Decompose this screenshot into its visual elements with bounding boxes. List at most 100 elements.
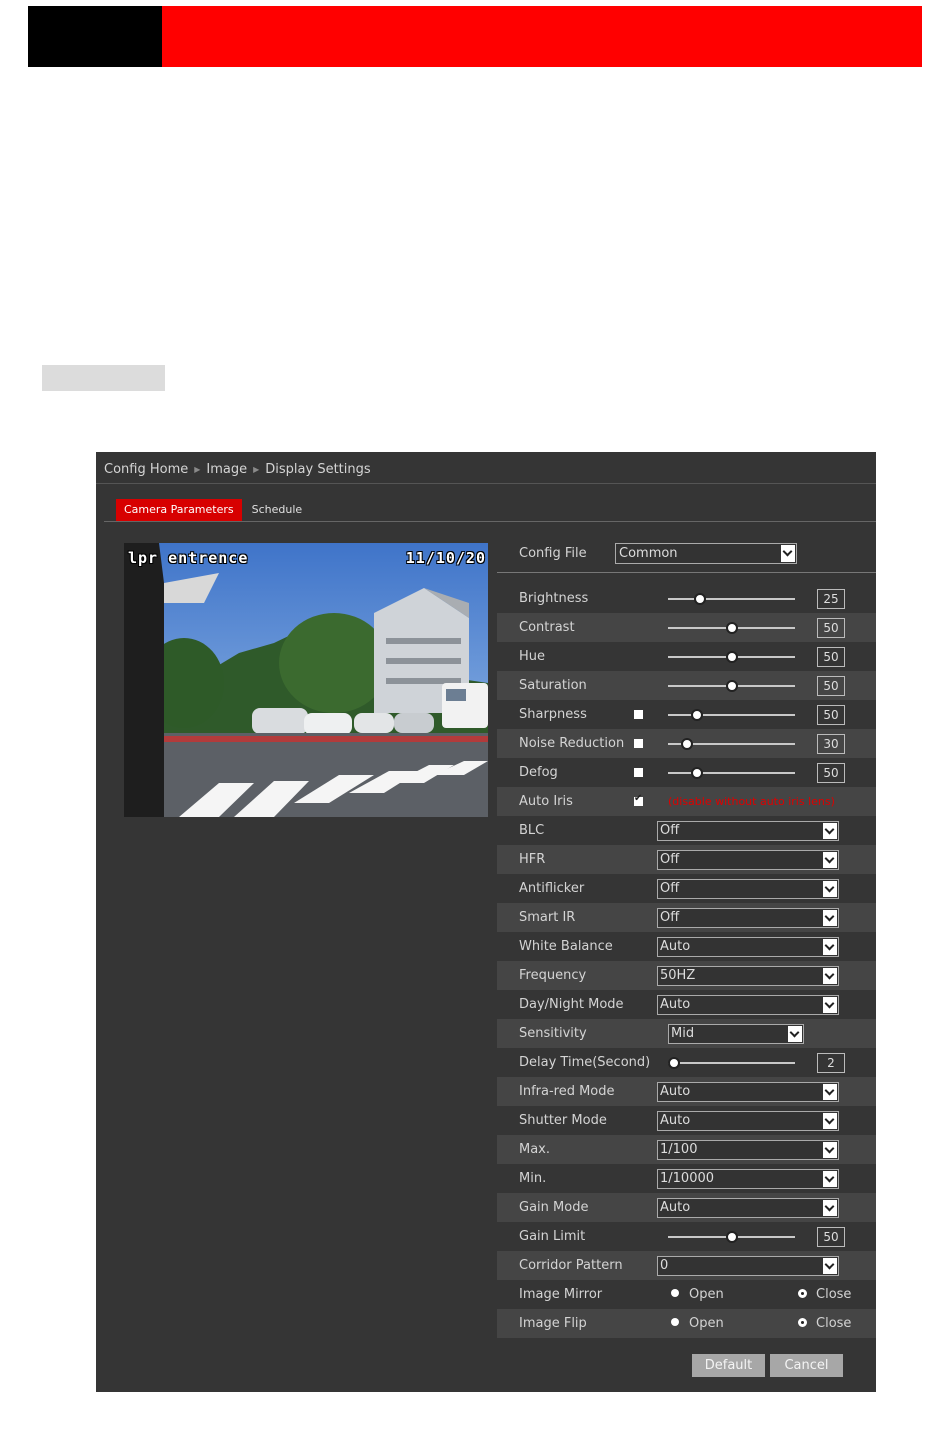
day-night-mode-select[interactable]: Auto — [657, 995, 839, 1015]
noise-reduction-slider-handle[interactable] — [681, 738, 694, 750]
corridor-pattern-label: Corridor Pattern — [519, 1258, 623, 1273]
smart-ir-value: Off — [660, 910, 680, 925]
gain-limit-slider-handle[interactable] — [725, 1231, 738, 1243]
defog-slider[interactable] — [668, 767, 795, 779]
min-value: 1/10000 — [660, 1171, 715, 1186]
antiflicker-select[interactable]: Off — [657, 879, 839, 899]
sensitivity-row: Sensitivity Mid — [497, 1019, 876, 1048]
defog-checkbox[interactable] — [634, 768, 643, 777]
delay-time-second-slider-handle[interactable] — [668, 1057, 681, 1069]
sharpness-value[interactable]: 50 — [817, 705, 845, 725]
breadcrumb-image[interactable]: Image — [206, 462, 247, 477]
chevron-down-icon[interactable] — [823, 1200, 837, 1216]
day-night-mode-label: Day/Night Mode — [519, 997, 624, 1012]
noise-reduction-value[interactable]: 30 — [817, 734, 845, 754]
divider — [96, 483, 876, 484]
saturation-slider[interactable] — [668, 680, 795, 692]
shutter-mode-select[interactable]: Auto — [657, 1111, 839, 1131]
chevron-down-icon[interactable] — [823, 1258, 837, 1274]
defog-slider-handle[interactable] — [691, 767, 704, 779]
min-select[interactable]: 1/10000 — [657, 1169, 839, 1189]
brightness-slider-handle[interactable] — [693, 593, 706, 605]
chevron-down-icon[interactable] — [823, 1171, 837, 1187]
noise-reduction-checkbox[interactable] — [634, 739, 643, 748]
chevron-down-icon[interactable] — [823, 968, 837, 984]
day-night-mode-value: Auto — [660, 997, 691, 1012]
gain-limit-label: Gain Limit — [519, 1229, 586, 1244]
image-mirror-radio-close[interactable] — [798, 1289, 807, 1298]
delay-time-second-slider[interactable] — [668, 1057, 795, 1069]
gain-mode-row: Gain Mode Auto — [497, 1193, 876, 1222]
frequency-select[interactable]: 50HZ — [657, 966, 839, 986]
corridor-pattern-select[interactable]: 0 — [657, 1256, 839, 1276]
brightness-label: Brightness — [519, 591, 589, 606]
defog-value[interactable]: 50 — [817, 763, 845, 783]
sharpness-checkbox[interactable] — [634, 710, 643, 719]
infra-red-mode-select[interactable]: Auto — [657, 1082, 839, 1102]
contrast-slider[interactable] — [668, 622, 795, 634]
defog-row: Defog 50 — [497, 758, 876, 787]
infra-red-mode-row: Infra-red Mode Auto — [497, 1077, 876, 1106]
auto-iris-checkbox[interactable] — [634, 793, 643, 806]
white-balance-select[interactable]: Auto — [657, 937, 839, 957]
contrast-label: Contrast — [519, 620, 575, 635]
gain-mode-label: Gain Mode — [519, 1200, 589, 1215]
config-file-value: Common — [619, 546, 678, 561]
gain-limit-slider[interactable] — [668, 1231, 795, 1243]
shutter-mode-row: Shutter Mode Auto — [497, 1106, 876, 1135]
image-flip-radio-open[interactable] — [671, 1318, 679, 1326]
chevron-down-icon[interactable] — [781, 545, 795, 562]
blc-select[interactable]: Off — [657, 821, 839, 841]
chevron-down-icon[interactable] — [823, 1084, 837, 1100]
tab-camera-parameters[interactable]: Camera Parameters — [116, 499, 242, 521]
hue-slider-handle[interactable] — [725, 651, 738, 663]
max-select[interactable]: 1/100 — [657, 1140, 839, 1160]
sharpness-slider-handle[interactable] — [691, 709, 704, 721]
chevron-down-icon[interactable] — [823, 881, 837, 897]
max-row: Max. 1/100 — [497, 1135, 876, 1164]
contrast-value[interactable]: 50 — [817, 618, 845, 638]
hue-slider[interactable] — [668, 651, 795, 663]
chevron-down-icon[interactable] — [823, 939, 837, 955]
sharpness-slider[interactable] — [668, 709, 795, 721]
contrast-slider-handle[interactable] — [725, 622, 738, 634]
noise-reduction-slider[interactable] — [668, 738, 795, 750]
brightness-row: Brightness 25 — [497, 584, 876, 613]
chevron-down-icon[interactable] — [823, 997, 837, 1013]
brightness-value[interactable]: 25 — [817, 589, 845, 609]
saturation-value[interactable]: 50 — [817, 676, 845, 696]
gain-mode-select[interactable]: Auto — [657, 1198, 839, 1218]
breadcrumb: Config Home ▶ Image ▶ Display Settings — [104, 462, 371, 477]
image-flip-option-open[interactable]: Open — [689, 1309, 724, 1338]
chevron-down-icon[interactable] — [823, 910, 837, 926]
saturation-row: Saturation 50 — [497, 671, 876, 700]
image-flip-option-close[interactable]: Close — [816, 1309, 851, 1338]
config-file-select[interactable]: Common — [615, 543, 797, 564]
cancel-button[interactable]: Cancel — [770, 1354, 843, 1377]
blc-row: BLC Off — [497, 816, 876, 845]
camera-osd-name: lpr entrence — [128, 549, 249, 567]
hue-value[interactable]: 50 — [817, 647, 845, 667]
delay-time-second-value[interactable]: 2 — [817, 1053, 845, 1073]
tab-schedule[interactable]: Schedule — [244, 499, 311, 521]
image-mirror-option-close[interactable]: Close — [816, 1280, 851, 1309]
brightness-slider[interactable] — [668, 593, 795, 605]
chevron-down-icon[interactable] — [823, 1113, 837, 1129]
chevron-down-icon[interactable] — [823, 1142, 837, 1158]
min-label: Min. — [519, 1171, 547, 1186]
white-balance-label: White Balance — [519, 939, 613, 954]
breadcrumb-config-home[interactable]: Config Home — [104, 462, 188, 477]
image-mirror-radio-open[interactable] — [671, 1289, 679, 1297]
saturation-slider-handle[interactable] — [725, 680, 738, 692]
divider — [497, 572, 876, 573]
image-flip-radio-close[interactable] — [798, 1318, 807, 1327]
smart-ir-select[interactable]: Off — [657, 908, 839, 928]
default-button[interactable]: Default — [692, 1354, 765, 1377]
chevron-down-icon[interactable] — [823, 852, 837, 868]
chevron-down-icon[interactable] — [823, 823, 837, 839]
image-mirror-option-open[interactable]: Open — [689, 1280, 724, 1309]
gain-limit-value[interactable]: 50 — [817, 1227, 845, 1247]
chevron-down-icon[interactable] — [788, 1026, 802, 1042]
hfr-select[interactable]: Off — [657, 850, 839, 870]
sensitivity-select[interactable]: Mid — [668, 1024, 804, 1044]
